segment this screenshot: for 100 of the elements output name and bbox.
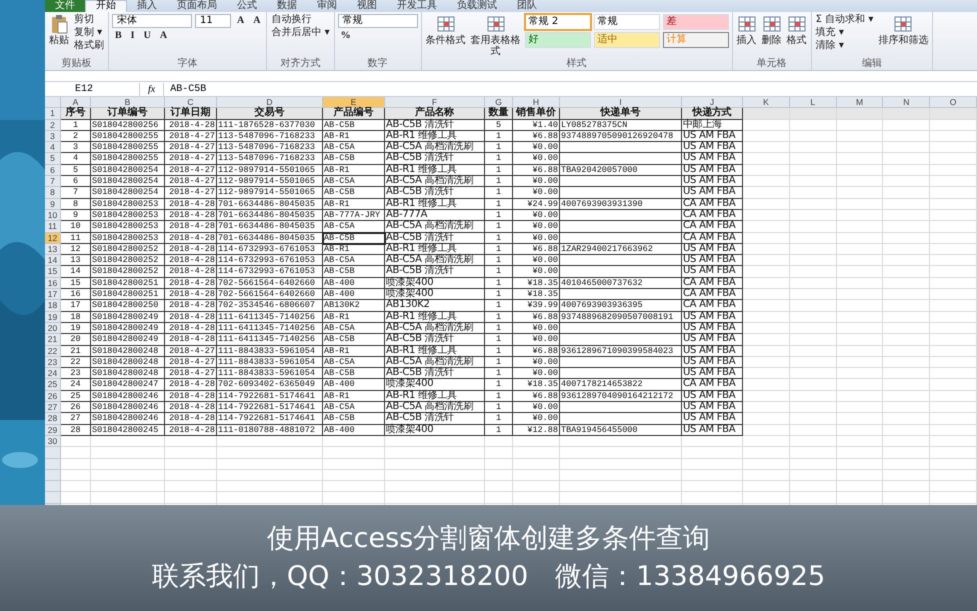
row-header[interactable]: 18 <box>45 300 61 312</box>
row-header[interactable]: 29 <box>45 424 61 436</box>
ribbon-button[interactable]: 填充 ▾ <box>814 27 845 38</box>
empty-cell <box>883 153 930 165</box>
row-header[interactable]: 17 <box>45 289 61 300</box>
function-button[interactable]: fx <box>140 82 164 96</box>
row-header[interactable]: 15 <box>45 266 61 278</box>
table-cell: 5 <box>61 164 91 176</box>
ribbon-button[interactable]: 插入 <box>736 14 758 46</box>
ribbon-tab[interactable]: 视图 <box>347 0 387 12</box>
ribbon-tab[interactable]: 负载测试 <box>447 0 507 12</box>
ribbon-tab[interactable]: 开发工具 <box>387 0 447 12</box>
format-button[interactable]: A <box>250 15 264 27</box>
table-cell: S018042800245 <box>91 424 165 436</box>
empty-cell <box>743 255 790 266</box>
row-header[interactable]: 4 <box>45 142 61 154</box>
empty-cell <box>930 312 977 323</box>
row-header[interactable] <box>45 458 61 470</box>
format-button[interactable]: A <box>156 30 170 42</box>
column-header[interactable]: O <box>930 97 977 108</box>
row-header[interactable]: 21 <box>45 334 61 346</box>
ribbon-tab[interactable]: 开始 <box>85 0 127 12</box>
ribbon-button[interactable]: 套用表格格式 <box>470 14 522 57</box>
dropdown-field[interactable]: 常规 <box>338 14 418 28</box>
format-button[interactable]: B <box>112 30 125 42</box>
name-box[interactable]: E12 <box>45 82 140 96</box>
row-header[interactable]: 11 <box>45 221 61 233</box>
select-all-button[interactable] <box>45 97 61 108</box>
cell-style[interactable]: 适中 <box>594 32 660 48</box>
ribbon-button[interactable]: 排序和筛选 <box>877 14 930 46</box>
row-header[interactable]: 28 <box>45 413 61 425</box>
row-header[interactable]: 8 <box>45 187 61 199</box>
ribbon-button[interactable]: 格式刷 <box>73 40 105 51</box>
formula-field[interactable]: AB-C5B <box>164 82 206 96</box>
row-header[interactable]: 30 <box>45 436 61 448</box>
table-cell: CA AM FBA <box>682 289 743 300</box>
row-header[interactable]: 20 <box>45 322 61 334</box>
row-header[interactable]: 22 <box>45 346 61 357</box>
table-cell: US AM FBA <box>682 244 743 256</box>
ribbon-tab[interactable]: 数据 <box>267 0 307 12</box>
row-header[interactable] <box>45 447 61 458</box>
cell-style[interactable]: 常规 2 <box>524 14 591 30</box>
row-header[interactable] <box>45 492 61 504</box>
row-header[interactable]: 27 <box>45 402 61 414</box>
empty-cell <box>743 176 790 188</box>
row-header[interactable]: 3 <box>45 130 61 142</box>
dropdown-field[interactable]: 宋体 <box>112 14 192 28</box>
column-header[interactable]: K <box>743 97 790 108</box>
column-header[interactable]: L <box>790 97 837 108</box>
row-header[interactable]: 2 <box>45 120 61 131</box>
format-button[interactable]: U <box>140 30 154 42</box>
empty-cell <box>790 198 837 210</box>
ribbon-button[interactable]: 格式 <box>786 14 808 46</box>
ribbon-button[interactable]: 合并后居中 ▾ <box>270 27 331 38</box>
column-header[interactable]: N <box>883 97 930 108</box>
ribbon-tab[interactable]: 插入 <box>127 0 167 12</box>
format-button[interactable]: A <box>234 15 248 27</box>
row-header[interactable]: 14 <box>45 255 61 266</box>
format-button[interactable]: I <box>128 30 138 42</box>
row-header[interactable]: 7 <box>45 176 61 188</box>
table-cell: 2018-4-27 <box>165 187 217 199</box>
empty-cell <box>930 322 977 334</box>
ribbon-button[interactable]: 自动换行 <box>270 14 312 25</box>
format-button[interactable]: % <box>338 30 354 42</box>
row-header[interactable]: 12 <box>45 232 61 244</box>
row-header[interactable]: 10 <box>45 210 61 222</box>
column-header[interactable]: M <box>836 97 884 108</box>
row-header[interactable]: 23 <box>45 356 61 368</box>
cell-style[interactable]: 常规 <box>594 14 660 30</box>
ribbon-button[interactable]: 粘贴 <box>48 14 70 46</box>
table-cell: ¥0.00 <box>513 255 560 266</box>
row-header[interactable]: 26 <box>45 390 61 402</box>
table-cell: AB-R1 <box>323 346 385 357</box>
dropdown-field[interactable]: 11 <box>195 14 231 28</box>
ribbon-button[interactable]: 清除 ▾ <box>814 40 845 51</box>
ribbon-button[interactable]: 删除 <box>760 14 783 46</box>
ribbon-tab[interactable]: 页面布局 <box>167 0 227 12</box>
row-header[interactable]: 24 <box>45 368 61 380</box>
row-header[interactable]: 1 <box>45 108 61 120</box>
row-header[interactable]: 6 <box>45 164 61 176</box>
ribbon-button[interactable]: Σ 自动求和 ▾ <box>814 14 874 25</box>
row-header[interactable] <box>45 481 61 492</box>
ribbon-button[interactable]: 剪切 <box>73 14 95 25</box>
cell-style[interactable]: 差 <box>662 14 729 30</box>
row-header[interactable]: 5 <box>45 153 61 165</box>
row-header[interactable]: 13 <box>45 244 61 256</box>
table-cell: 15 <box>61 278 91 290</box>
row-header[interactable]: 25 <box>45 379 61 391</box>
row-header[interactable]: 9 <box>45 198 61 210</box>
row-header[interactable]: 16 <box>45 278 61 290</box>
ribbon-tab[interactable]: 团队 <box>507 0 547 12</box>
ribbon-tab[interactable]: 公式 <box>227 0 267 12</box>
ribbon-button[interactable]: 复制 ▾ <box>73 27 104 38</box>
empty-cell <box>790 312 837 323</box>
row-header[interactable] <box>45 470 61 482</box>
row-header[interactable]: 19 <box>45 312 61 323</box>
cell-style[interactable]: 好 <box>524 32 591 48</box>
ribbon-button[interactable]: 条件格式 <box>424 14 467 46</box>
empty-cell <box>790 413 837 425</box>
table-cell: US AM FBA <box>682 130 743 142</box>
